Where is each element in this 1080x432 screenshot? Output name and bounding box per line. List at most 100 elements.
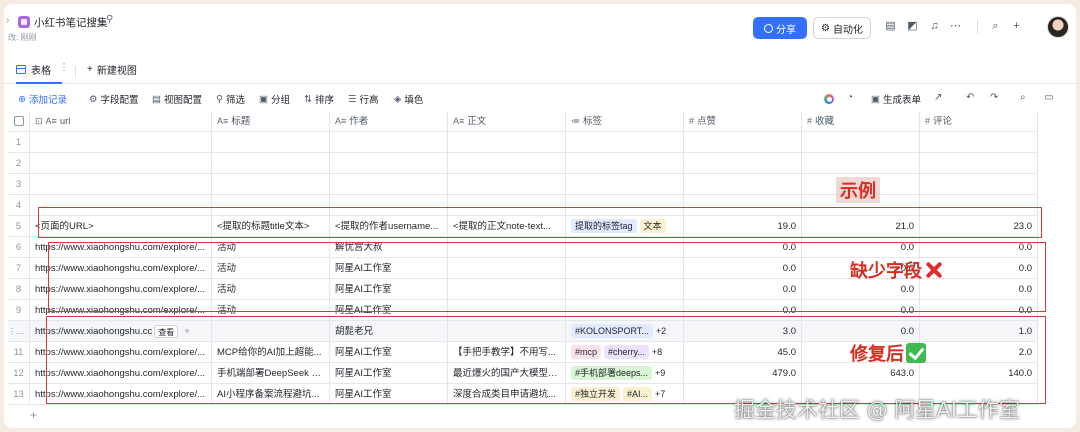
cell-url[interactable] xyxy=(30,195,212,216)
avatar[interactable] xyxy=(1047,16,1069,38)
cell-author[interactable]: 阿星AI工作室 xyxy=(330,363,448,384)
cell-author[interactable] xyxy=(330,195,448,216)
cell-favs[interactable]: 0.0 xyxy=(802,321,920,342)
cell-likes[interactable] xyxy=(684,195,802,216)
view-record-button[interactable]: 查看 xyxy=(154,324,179,338)
cell-tags[interactable]: #手机部署deeps... +9 xyxy=(566,363,684,384)
row-index-cell[interactable]: 11 xyxy=(8,342,30,363)
cell-body[interactable]: <提取的正文note-text... xyxy=(448,216,566,237)
cell-author[interactable]: 胡髭老兄 xyxy=(330,321,448,342)
cell-comments[interactable]: 0.0 xyxy=(920,237,1038,258)
cell-favs[interactable] xyxy=(802,132,920,153)
cell-body[interactable] xyxy=(448,258,566,279)
column-header[interactable]: # 点赞 xyxy=(684,111,802,132)
row-index-cell[interactable]: 1 xyxy=(8,132,30,153)
cell-title[interactable]: 活动 xyxy=(212,258,330,279)
cell-body[interactable] xyxy=(448,153,566,174)
cell-tags[interactable] xyxy=(566,132,684,153)
cell-comments[interactable]: 2.0 xyxy=(920,342,1038,363)
add-row-button[interactable]: + xyxy=(30,408,37,422)
cell-tags[interactable] xyxy=(566,195,684,216)
cell-body[interactable] xyxy=(448,132,566,153)
cell-comments[interactable] xyxy=(920,195,1038,216)
cell-tags[interactable] xyxy=(566,279,684,300)
cell-url[interactable] xyxy=(30,174,212,195)
cell-body[interactable]: 【手把手教学】不用写... xyxy=(448,342,566,363)
comment-icon[interactable]: ▭ xyxy=(1044,92,1053,103)
cell-tags[interactable] xyxy=(566,153,684,174)
group-button[interactable]: ▣ 分组 xyxy=(259,92,290,107)
row-index-cell[interactable]: 5 xyxy=(8,216,30,237)
doc-title[interactable]: 小红书笔记搜集 xyxy=(34,15,108,30)
cell-title[interactable] xyxy=(212,153,330,174)
table-row[interactable]: 9 https://www.xiaohongshu.com/explore/...… xyxy=(8,300,1038,321)
cell-author[interactable] xyxy=(330,132,448,153)
table-row[interactable]: 5 <页面的URL> <提取的标题title文本> <提取的作者username...… xyxy=(8,216,1038,237)
cell-body[interactable] xyxy=(448,279,566,300)
cell-title[interactable] xyxy=(212,132,330,153)
cell-author[interactable]: 阿星AI工作室 xyxy=(330,279,448,300)
add-icon[interactable]: + xyxy=(1010,20,1023,33)
ai-assistant-icon[interactable] xyxy=(824,94,834,104)
filter-button[interactable]: ⚲ 筛选 xyxy=(216,92,245,107)
cell-likes[interactable]: 0.0 xyxy=(684,300,802,321)
row-index-cell[interactable]: 7 xyxy=(8,258,30,279)
cell-tags[interactable]: #独立开发 #AI... +7 xyxy=(566,384,684,405)
search-records-icon[interactable]: ⌕ xyxy=(1020,92,1026,103)
cell-comments[interactable]: 0.0 xyxy=(920,300,1038,321)
cell-title[interactable]: 手机端部署DeepSeek R... xyxy=(212,363,330,384)
row-height-button[interactable]: ☰ 行高 xyxy=(348,92,379,107)
cell-title[interactable] xyxy=(212,195,330,216)
table-row[interactable]: 6 https://www.xiaohongshu.com/explore/...… xyxy=(8,237,1038,258)
cell-comments[interactable] xyxy=(920,132,1038,153)
table-row[interactable]: 1 xyxy=(8,132,1038,153)
row-index-cell[interactable]: 8 xyxy=(8,279,30,300)
cell-likes[interactable]: 45.0 xyxy=(684,342,802,363)
cell-title[interactable]: <提取的标题title文本> xyxy=(212,216,330,237)
cell-likes[interactable]: 479.0 xyxy=(684,363,802,384)
table-row[interactable]: 4 xyxy=(8,195,1038,216)
table-row[interactable]: 2 xyxy=(8,153,1038,174)
cell-tags[interactable] xyxy=(566,300,684,321)
cell-likes[interactable] xyxy=(684,174,802,195)
cell-comments[interactable]: 1.0 xyxy=(920,321,1038,342)
search-icon[interactable]: ⌕ xyxy=(989,20,1002,33)
cell-author[interactable]: 阿星AI工作室 xyxy=(330,384,448,405)
cell-url[interactable]: https://www.xiaohongshu.com/explore/... xyxy=(30,363,212,384)
row-index-cell[interactable]: 13 xyxy=(8,384,30,405)
cell-favs[interactable]: 0.0 xyxy=(802,237,920,258)
pin-icon[interactable]: ⚲ xyxy=(106,14,113,25)
cell-comments[interactable] xyxy=(920,153,1038,174)
cell-body[interactable] xyxy=(448,174,566,195)
cell-body[interactable] xyxy=(448,300,566,321)
more-icon[interactable]: ⋯ xyxy=(949,20,962,33)
cell-url[interactable]: https://www.xiaohongshu.com/explore/... xyxy=(30,342,212,363)
cell-url[interactable]: <页面的URL> xyxy=(30,216,212,237)
share-button[interactable]: 分享 xyxy=(753,17,807,39)
cell-favs[interactable] xyxy=(802,153,920,174)
select-all-cell[interactable] xyxy=(8,111,30,132)
cell-author[interactable]: 阿星AI工作室 xyxy=(330,342,448,363)
cell-likes[interactable]: 0.0 xyxy=(684,258,802,279)
row-index-cell[interactable]: 9 xyxy=(8,300,30,321)
view-config-button[interactable]: ▤ 视图配置 xyxy=(152,92,202,107)
cell-url[interactable]: https://www.xiaohongshu.com/explore/... xyxy=(30,300,212,321)
field-config-button[interactable]: ⚙ 字段配置 xyxy=(89,92,139,107)
history-icon[interactable]: ◔ xyxy=(847,92,853,103)
table-row[interactable]: 12 https://www.xiaohongshu.com/explore/..… xyxy=(8,363,1038,384)
add-cell-icon[interactable]: + xyxy=(184,326,190,337)
sort-button[interactable]: ⇅ 排序 xyxy=(304,92,334,107)
cell-body[interactable]: 最近爆火的国产大模型D... xyxy=(448,363,566,384)
row-index-cell[interactable]: 6 xyxy=(8,237,30,258)
extension-icon[interactable]: ◩ xyxy=(906,20,919,33)
row-index-cell[interactable]: 4 xyxy=(8,195,30,216)
cell-title[interactable] xyxy=(212,321,330,342)
cell-tags[interactable] xyxy=(566,258,684,279)
cell-title[interactable]: 活动 xyxy=(212,237,330,258)
cell-body[interactable] xyxy=(448,195,566,216)
cell-comments[interactable]: 140.0 xyxy=(920,363,1038,384)
cell-comments[interactable]: 23.0 xyxy=(920,216,1038,237)
cell-url[interactable] xyxy=(30,132,212,153)
cell-url[interactable]: https://www.xiaohongshu.cc 查看 + xyxy=(30,321,212,342)
undo-icon[interactable]: ↶ xyxy=(966,92,974,103)
